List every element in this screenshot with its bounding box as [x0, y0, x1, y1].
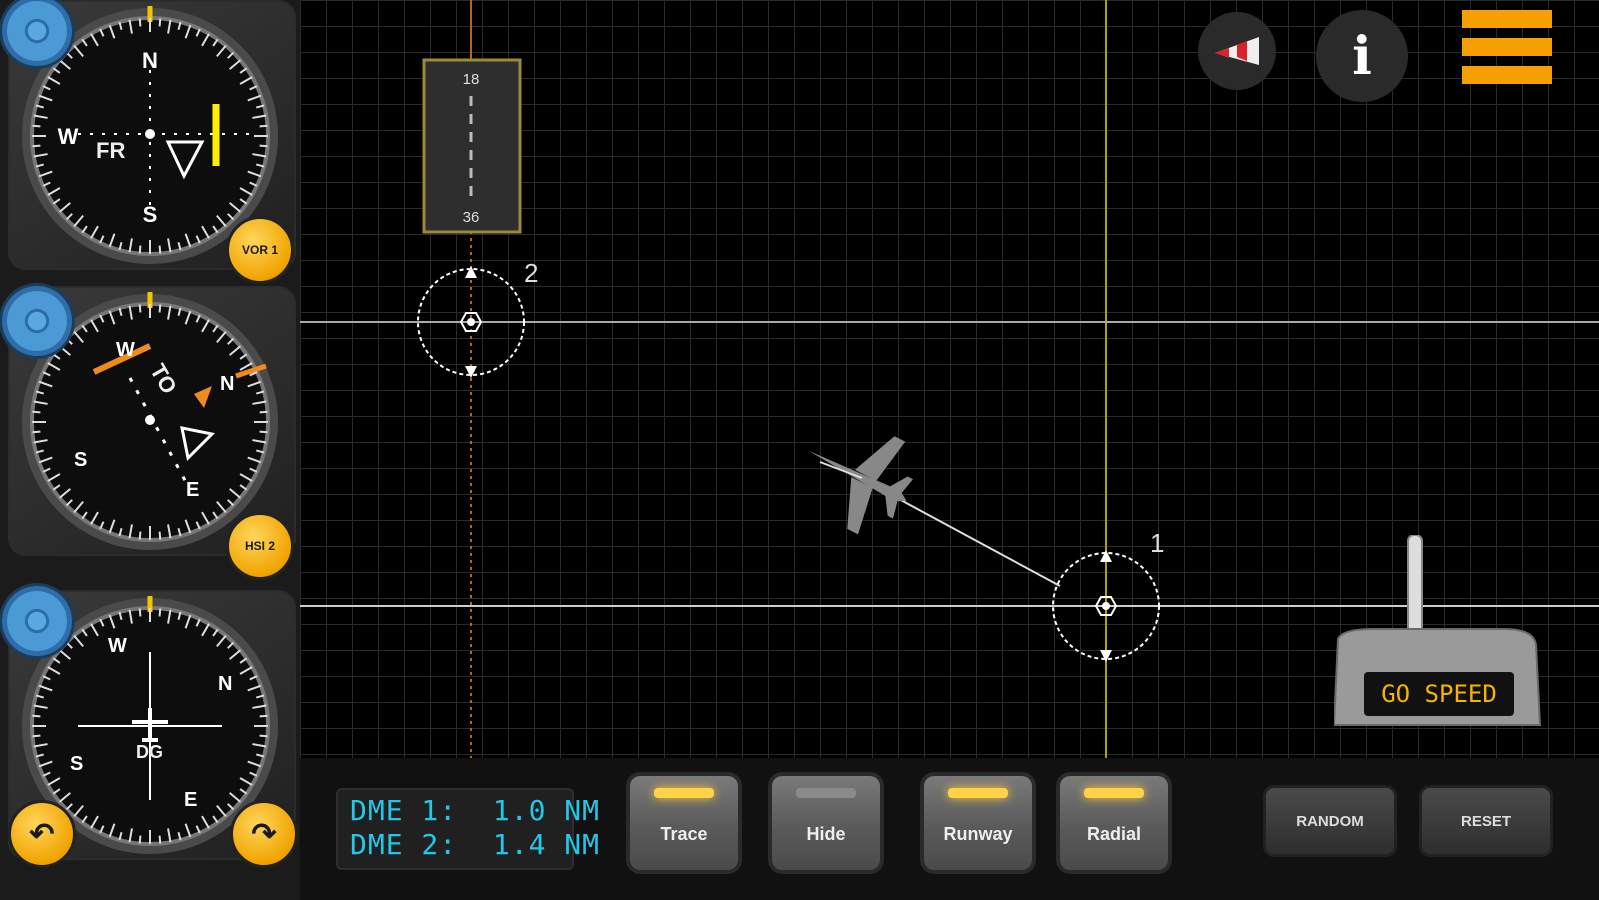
svg-text:N: N — [142, 48, 158, 73]
svg-text:E: E — [186, 479, 199, 501]
svg-text:N: N — [218, 673, 232, 695]
svg-text:S: S — [74, 449, 87, 471]
svg-text:E: E — [184, 789, 197, 811]
hide-lamp — [796, 788, 856, 798]
runway-bottom-number: 36 — [463, 209, 480, 226]
go-speed-display[interactable]: GO SPEED — [1364, 672, 1514, 716]
windsock-icon — [1215, 37, 1259, 65]
rotate-right-button[interactable]: ↷ — [230, 800, 298, 868]
svg-text:W: W — [58, 124, 79, 149]
runway-lamp — [948, 788, 1008, 798]
svg-text:W: W — [116, 339, 135, 361]
radial-label: Radial — [1086, 824, 1142, 844]
vor1-button[interactable]: VOR 1 — [226, 216, 294, 284]
runway-label: Runway — [943, 824, 1013, 844]
rotate-left-button[interactable]: ↶ — [8, 800, 76, 868]
random-button[interactable]: RANDOM — [1266, 788, 1394, 854]
dme-display: DME 1: 1.0 NM DME 2: 1.4 NM — [336, 788, 601, 870]
trace-label: Trace — [660, 824, 708, 844]
trace-toggle[interactable]: Trace — [630, 776, 738, 870]
dg-instrument: W N S E DG ↶ ↷ — [2, 586, 298, 868]
hsi2-button[interactable]: HSI 2 — [226, 512, 294, 580]
reset-button[interactable]: RESET — [1422, 788, 1550, 854]
hide-toggle[interactable]: Hide — [772, 776, 880, 870]
svg-text:S: S — [70, 753, 83, 775]
info-button[interactable]: i — [1316, 10, 1408, 102]
svg-text:N: N — [220, 373, 234, 395]
windsock-button[interactable] — [1198, 12, 1276, 90]
hsi2-instrument: W N S E TO HSI 2 — [2, 286, 296, 580]
svg-text:W: W — [108, 635, 127, 657]
dme2-readout: DME 2: 1.4 NM — [350, 828, 601, 861]
radial-toggle[interactable]: Radial — [1060, 776, 1168, 870]
instrument-panel: N S W FR VOR 1 W N S E TO HSI 2 W N S E … — [0, 0, 300, 900]
vor1-flag: FR — [96, 138, 126, 163]
radial-lamp — [1084, 788, 1144, 798]
hide-label: Hide — [806, 824, 846, 844]
hsi2-obs-knob[interactable] — [2, 286, 72, 356]
trace-lamp — [654, 788, 714, 798]
dg-label: DG — [136, 742, 163, 762]
dg-knob[interactable] — [2, 586, 72, 656]
runway-top-number: 18 — [463, 71, 480, 88]
bottom-control-bar: DME 1: 1.0 NM DME 2: 1.4 NM Trace Hide R… — [300, 758, 1599, 900]
station-1-label: 1 — [1150, 528, 1164, 558]
svg-text:S: S — [143, 202, 158, 227]
runway-toggle[interactable]: Runway — [924, 776, 1032, 870]
station-2-label: 2 — [524, 258, 538, 288]
dme1-readout: DME 1: 1.0 NM — [350, 794, 601, 827]
hamburger-menu-icon[interactable] — [1462, 10, 1552, 92]
vor1-instrument: N S W FR VOR 1 — [2, 0, 296, 284]
